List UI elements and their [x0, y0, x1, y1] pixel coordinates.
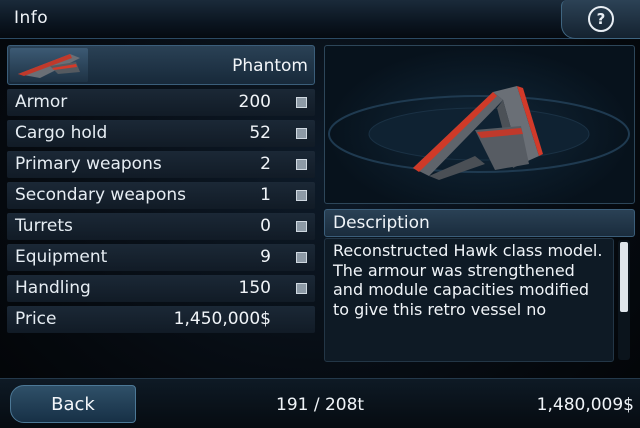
stat-row-price: Price 1,450,000$ — [7, 306, 315, 333]
stat-row-cargo-hold: Cargo hold 52 — [7, 120, 315, 147]
help-icon: ? — [588, 6, 614, 32]
stat-indicator-box — [296, 190, 307, 201]
stat-row-secondary-weapons: Secondary weapons 1 — [7, 182, 315, 209]
description-header: Description — [324, 209, 635, 237]
ship-model-render — [328, 86, 630, 180]
stat-value: 1 — [260, 185, 271, 205]
stat-indicator-box — [296, 97, 307, 108]
price-label: Price — [15, 309, 57, 329]
bottom-bar: Back 191 / 208t 1,480,009$ — [0, 378, 640, 428]
stat-row-handling: Handling 150 — [7, 275, 315, 302]
description-title: Description — [333, 213, 430, 233]
stat-indicator-box — [296, 252, 307, 263]
stat-indicator-box — [296, 159, 307, 170]
description-scrollbar[interactable] — [618, 240, 630, 360]
stat-label: Cargo hold — [15, 123, 108, 143]
back-button[interactable]: Back — [10, 385, 136, 423]
stat-label: Secondary weapons — [15, 185, 187, 205]
back-button-label: Back — [51, 394, 95, 415]
top-bar: Info ? — [0, 0, 640, 39]
ship-name: Phantom — [232, 56, 308, 76]
scrollbar-thumb[interactable] — [620, 242, 628, 312]
stat-label: Primary weapons — [15, 154, 162, 174]
help-button[interactable]: ? — [561, 0, 640, 39]
cargo-capacity-readout: 191 / 208t — [276, 395, 365, 415]
stat-value: 52 — [249, 123, 271, 143]
ship-preview-panel — [324, 45, 635, 204]
ship-selector[interactable]: Phantom — [7, 45, 315, 85]
stat-row-primary-weapons: Primary weapons 2 — [7, 151, 315, 178]
stat-label: Handling — [15, 278, 91, 298]
stat-indicator-box — [296, 221, 307, 232]
ship-thumbnail-icon — [10, 48, 88, 82]
stat-row-armor: Armor 200 — [7, 89, 315, 116]
description-text: Reconstructed Hawk class model. The armo… — [324, 238, 614, 362]
stat-value: 2 — [260, 154, 271, 174]
stat-indicator-box — [296, 283, 307, 294]
stat-value: 9 — [260, 247, 271, 267]
ship-stats-panel: Phantom Armor 200 Cargo hold 52 Primary … — [7, 45, 315, 333]
stat-indicator-box — [296, 128, 307, 139]
stat-label: Armor — [15, 92, 68, 112]
stat-label: Equipment — [15, 247, 108, 267]
stat-row-turrets: Turrets 0 — [7, 213, 315, 240]
page-title: Info — [14, 8, 49, 28]
stat-value: 150 — [238, 278, 271, 298]
stat-row-equipment: Equipment 9 — [7, 244, 315, 271]
player-credits: 1,480,009$ — [536, 395, 634, 415]
price-value: 1,450,000$ — [173, 309, 271, 329]
stat-label: Turrets — [15, 216, 73, 236]
stat-value: 200 — [238, 92, 271, 112]
stat-value: 0 — [260, 216, 271, 236]
